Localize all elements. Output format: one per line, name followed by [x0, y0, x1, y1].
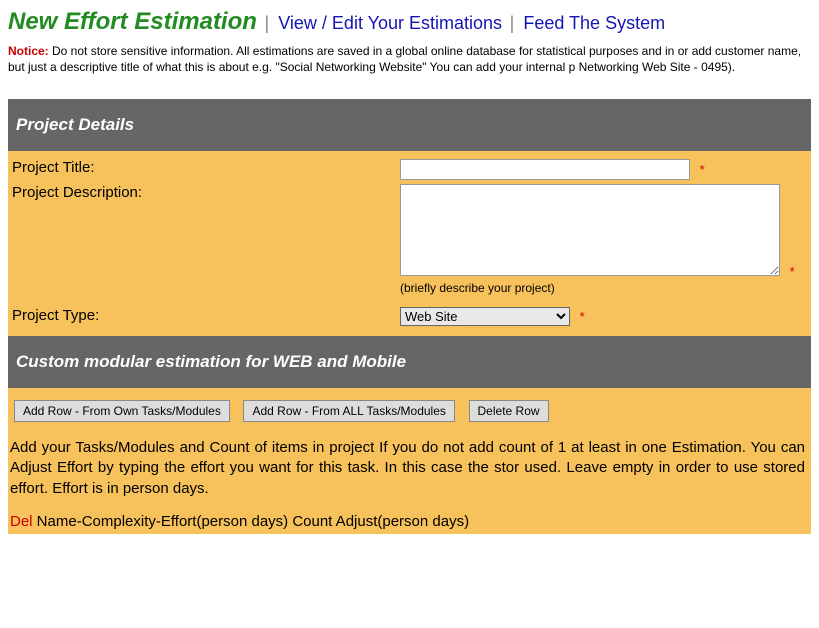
- tasks-info-text: Add your Tasks/Modules and Count of item…: [8, 428, 811, 503]
- notice-label: Notice:: [8, 44, 49, 58]
- project-details-form: Project Title: * Project Description: * …: [8, 151, 811, 336]
- nav-separator: |: [265, 13, 275, 33]
- col-del: Del: [10, 513, 33, 530]
- project-description-hint: (briefly describe your project): [400, 281, 809, 295]
- nav-separator: |: [510, 13, 520, 33]
- project-type-label: Project Type:: [10, 307, 400, 324]
- required-mark: *: [700, 162, 705, 177]
- row-buttons: Add Row - From Own Tasks/Modules Add Row…: [8, 388, 811, 428]
- project-description-label: Project Description:: [10, 184, 400, 201]
- project-title-label: Project Title:: [10, 159, 400, 176]
- section-custom-modular: Custom modular estimation for WEB and Mo…: [8, 336, 811, 388]
- add-row-all-button[interactable]: Add Row - From ALL Tasks/Modules: [243, 400, 454, 422]
- required-mark: *: [790, 264, 795, 279]
- project-description-input[interactable]: [400, 184, 780, 276]
- notice-text: Do not store sensitive information. All …: [8, 44, 801, 74]
- project-type-select[interactable]: Web Site: [400, 307, 570, 326]
- required-mark: *: [580, 309, 585, 324]
- notice-block: Notice: Do not store sensitive informati…: [8, 44, 811, 75]
- add-row-own-button[interactable]: Add Row - From Own Tasks/Modules: [14, 400, 230, 422]
- col-rest: Name-Complexity-Effort(person days) Coun…: [33, 513, 470, 530]
- page-title: New Effort Estimation: [8, 8, 257, 35]
- delete-row-button[interactable]: Delete Row: [469, 400, 549, 422]
- nav-feed-system[interactable]: Feed The System: [523, 13, 665, 33]
- column-headers: Del Name-Complexity-Effort(person days) …: [8, 503, 811, 534]
- section-project-details: Project Details: [8, 99, 811, 151]
- nav-view-edit[interactable]: View / Edit Your Estimations: [278, 13, 502, 33]
- project-title-input[interactable]: [400, 159, 690, 180]
